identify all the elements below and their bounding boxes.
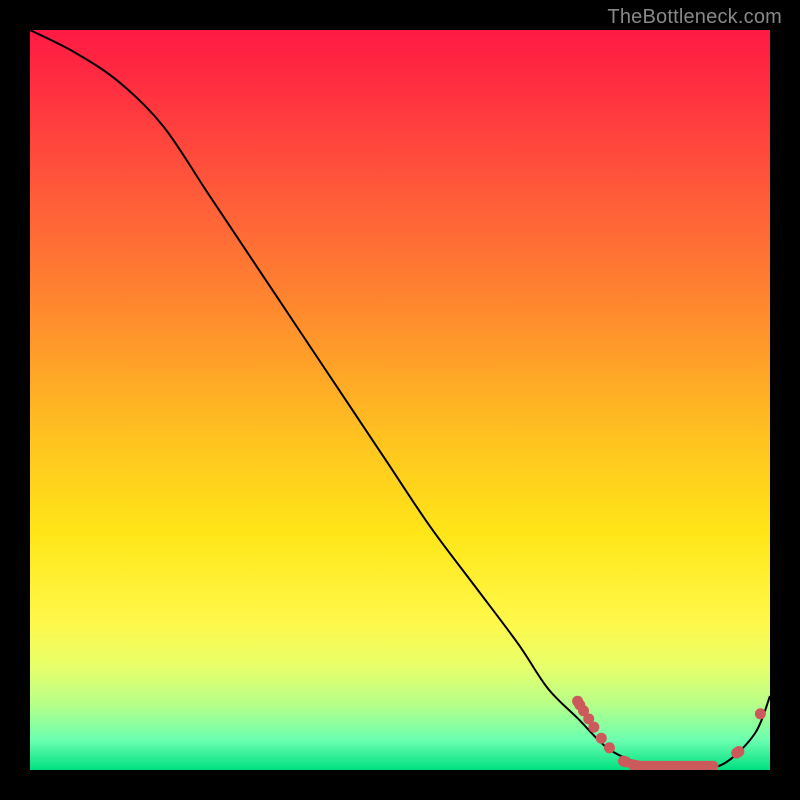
- curve-line: [30, 30, 770, 770]
- data-marker: [596, 733, 607, 744]
- data-marker: [755, 708, 766, 719]
- chart-container: TheBottleneck.com: [0, 0, 800, 800]
- data-marker: [733, 746, 744, 757]
- plot-area: [30, 30, 770, 770]
- watermark-text: TheBottleneck.com: [607, 6, 782, 29]
- data-marker: [588, 722, 599, 733]
- data-marker: [604, 742, 615, 753]
- chart-svg: [30, 30, 770, 770]
- data-markers: [572, 696, 766, 770]
